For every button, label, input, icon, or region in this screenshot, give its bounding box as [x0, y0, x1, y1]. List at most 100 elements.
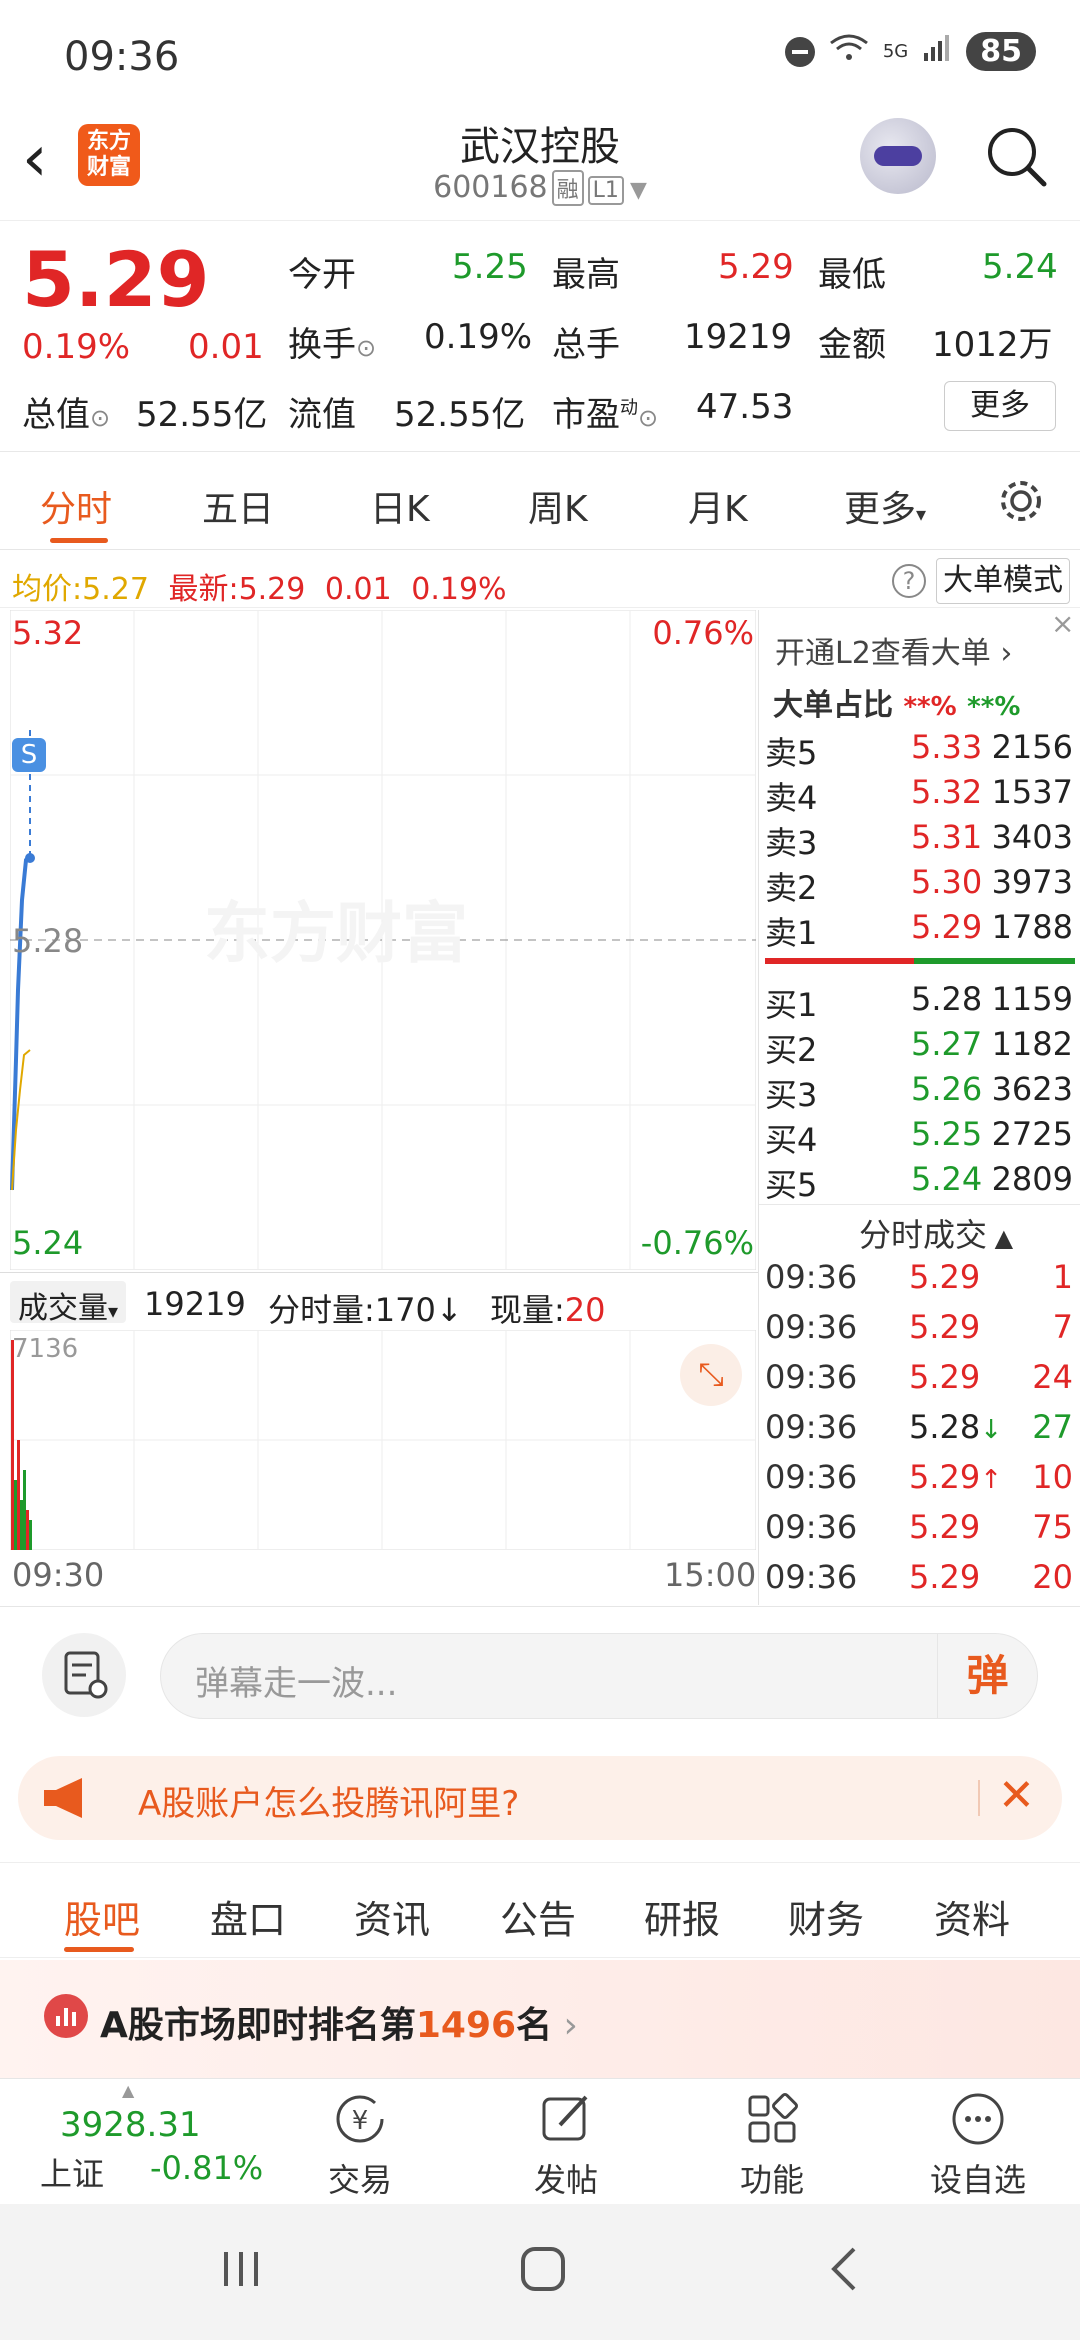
index-name[interactable]: 上证 [40, 2149, 104, 2195]
intraday-chart[interactable]: 东方财富 S 5.32 0.76% 5.28 5.24 -0.76% [9, 609, 757, 1271]
index-value[interactable]: 3928.31 [60, 2105, 201, 2145]
close-icon[interactable]: ✕ [998, 1770, 1035, 1821]
tab-daily-k[interactable]: 日K [370, 480, 430, 532]
system-nav-bar [0, 2204, 1080, 2340]
home-icon[interactable] [518, 2244, 568, 2294]
bid-row[interactable]: 买5 5.24 2809 [759, 1160, 1080, 1205]
ask-row[interactable]: 卖2 5.30 3973 [759, 863, 1080, 908]
big-order-mode-button[interactable]: 大单模式 [936, 558, 1070, 604]
tick-trades-header[interactable]: 分时成交 ▲ [859, 1210, 1013, 1256]
tick-row: 09:36 5.29 20 [765, 1558, 1073, 1596]
time-end: 15:00 [664, 1556, 757, 1594]
float-cap-value: 52.55亿 [394, 395, 526, 435]
danmu-placeholder: 弹幕走一波... [195, 1664, 398, 1704]
grid-icon [742, 2089, 802, 2149]
high-label: 最高 [552, 255, 620, 295]
tab-news[interactable]: 资讯 [354, 1889, 430, 1944]
danmu-send-button[interactable]: 弹 [937, 1634, 1037, 1718]
volume-header: 成交量▾ 19219 分时量:170↓ 现量:20 [0, 1272, 758, 1330]
tab-announcements[interactable]: 公告 [500, 1889, 576, 1944]
info-icon: ⊙ [356, 334, 377, 362]
open-l2-link[interactable]: 开通L2查看大单 › [775, 628, 1012, 672]
search-icon[interactable] [984, 124, 1048, 188]
tab-order-book[interactable]: 盘口 [210, 1889, 286, 1944]
index-percent[interactable]: -0.81% [150, 2149, 263, 2187]
order-book-panel: × 开通L2查看大单 › 大单占比 **% **% 卖5 5.33 2156 卖4 5… [758, 610, 1080, 1605]
tab-more[interactable]: 更多▾ [844, 480, 926, 532]
current-volume: 现量:20 [490, 1291, 606, 1329]
axis-top-percent: 0.76% [652, 614, 754, 652]
pe-value: 47.53 [696, 387, 794, 427]
ask-row[interactable]: 卖4 5.32 1537 [759, 773, 1080, 818]
ask-row[interactable]: 卖1 5.29 1788 [759, 908, 1080, 953]
market-cap-label[interactable]: 总值⊙ [22, 387, 110, 436]
axis-bottom-percent: -0.76% [640, 1224, 754, 1262]
nav-functions[interactable]: 功能 [712, 2089, 832, 2201]
ask-row[interactable]: 卖3 5.31 3403 [759, 818, 1080, 863]
recent-apps-icon[interactable] [216, 2244, 266, 2294]
bid-row[interactable]: 买3 5.26 3623 [759, 1070, 1080, 1115]
more-button[interactable]: 更多 [944, 381, 1056, 431]
price-info-row: 均价:5.27 最新:5.29 0.01 0.19% ? 大单模式 [0, 552, 1080, 608]
signal-marker[interactable]: S [12, 738, 46, 772]
tab-five-day[interactable]: 五日 [202, 480, 274, 532]
back-nav-icon[interactable] [820, 2244, 870, 2294]
tab-weekly-k[interactable]: 周K [528, 480, 588, 532]
latest-percent: 0.19% [411, 572, 507, 607]
bid-row[interactable]: 买1 5.28 1159 [759, 980, 1080, 1025]
edit-icon [536, 2089, 596, 2149]
rank-text: A股市场即时排名第1496名 › [100, 2005, 578, 2046]
watermark: 东方财富 [204, 895, 468, 972]
help-icon[interactable]: ? [892, 564, 926, 598]
rank-chart-icon [44, 1994, 88, 2038]
pe-label[interactable]: 市盈动⊙ [552, 387, 658, 436]
latest-change: 0.01 [324, 572, 392, 607]
market-cap-value: 52.55亿 [136, 395, 268, 435]
amount-value: 1012万 [932, 325, 1053, 365]
expand-icon[interactable]: ⤡ [680, 1344, 742, 1406]
tab-intraday[interactable]: 分时 [40, 480, 112, 532]
danmu-input[interactable]: 弹幕走一波... 弹 [160, 1633, 1038, 1719]
promo-banner[interactable]: A股账户怎么投腾讯阿里? ✕ [18, 1756, 1062, 1840]
latest-label: 最新: [168, 572, 239, 607]
ask-row[interactable]: 卖5 5.33 2156 [759, 728, 1080, 773]
open-label: 今开 [288, 255, 356, 295]
tab-profile[interactable]: 资料 [934, 1889, 1010, 1944]
bid-row[interactable]: 买4 5.25 2725 [759, 1115, 1080, 1160]
axis-mid-price: 5.28 [12, 922, 84, 960]
nav-post[interactable]: 发帖 [506, 2089, 626, 2201]
tab-forum[interactable]: 股吧 [64, 1889, 140, 1944]
more-dots-icon [948, 2089, 1008, 2149]
robot-assistant-icon[interactable] [860, 118, 936, 194]
turnover-label[interactable]: 换手⊙ [288, 317, 376, 366]
volume-indicator-select[interactable]: 成交量▾ [10, 1281, 127, 1326]
bid-row[interactable]: 买2 5.27 1182 [759, 1025, 1080, 1070]
info-icon: ⊙ [638, 404, 659, 432]
caret-down-icon: ▼ [629, 178, 647, 203]
promo-text: A股账户怎么投腾讯阿里? [138, 1784, 520, 1824]
nav-add-watchlist[interactable]: 设自选 [918, 2089, 1038, 2201]
close-icon[interactable]: × [1051, 610, 1079, 638]
volume-label: 总手 [552, 325, 620, 365]
tick-row: 09:36 5.28↓ 27 [765, 1408, 1073, 1446]
nav-trade[interactable]: ¥ 交易 [300, 2089, 420, 2201]
minute-volume: 分时量:170↓ [268, 1291, 463, 1329]
chevron-right-icon: › [990, 636, 1013, 671]
volume-chart[interactable]: 7136 [9, 1329, 757, 1551]
tab-research[interactable]: 研报 [644, 1889, 720, 1944]
network-label: 5G [882, 41, 909, 62]
danmu-settings-icon[interactable] [42, 1633, 126, 1717]
tab-monthly-k[interactable]: 月K [688, 480, 748, 532]
market-rank-banner[interactable]: A股市场即时排名第1496名 › [0, 1960, 1080, 2078]
tab-finance[interactable]: 财务 [788, 1889, 864, 1944]
battery-indicator: 85 [966, 32, 1036, 71]
arrow-down-icon: ↓ [435, 1291, 463, 1329]
big-order-ratio: 大单占比 **% **% [773, 688, 1021, 723]
caret-up-icon: ▲ [987, 1224, 1014, 1252]
caret-down-icon: ▾ [108, 1299, 119, 1323]
low-value: 5.24 [982, 247, 1058, 287]
current-price: 5.29 [22, 235, 210, 324]
stock-code: 600168 [433, 170, 548, 205]
settings-gear-icon[interactable] [996, 476, 1046, 526]
volume-total: 19219 [144, 1285, 246, 1323]
